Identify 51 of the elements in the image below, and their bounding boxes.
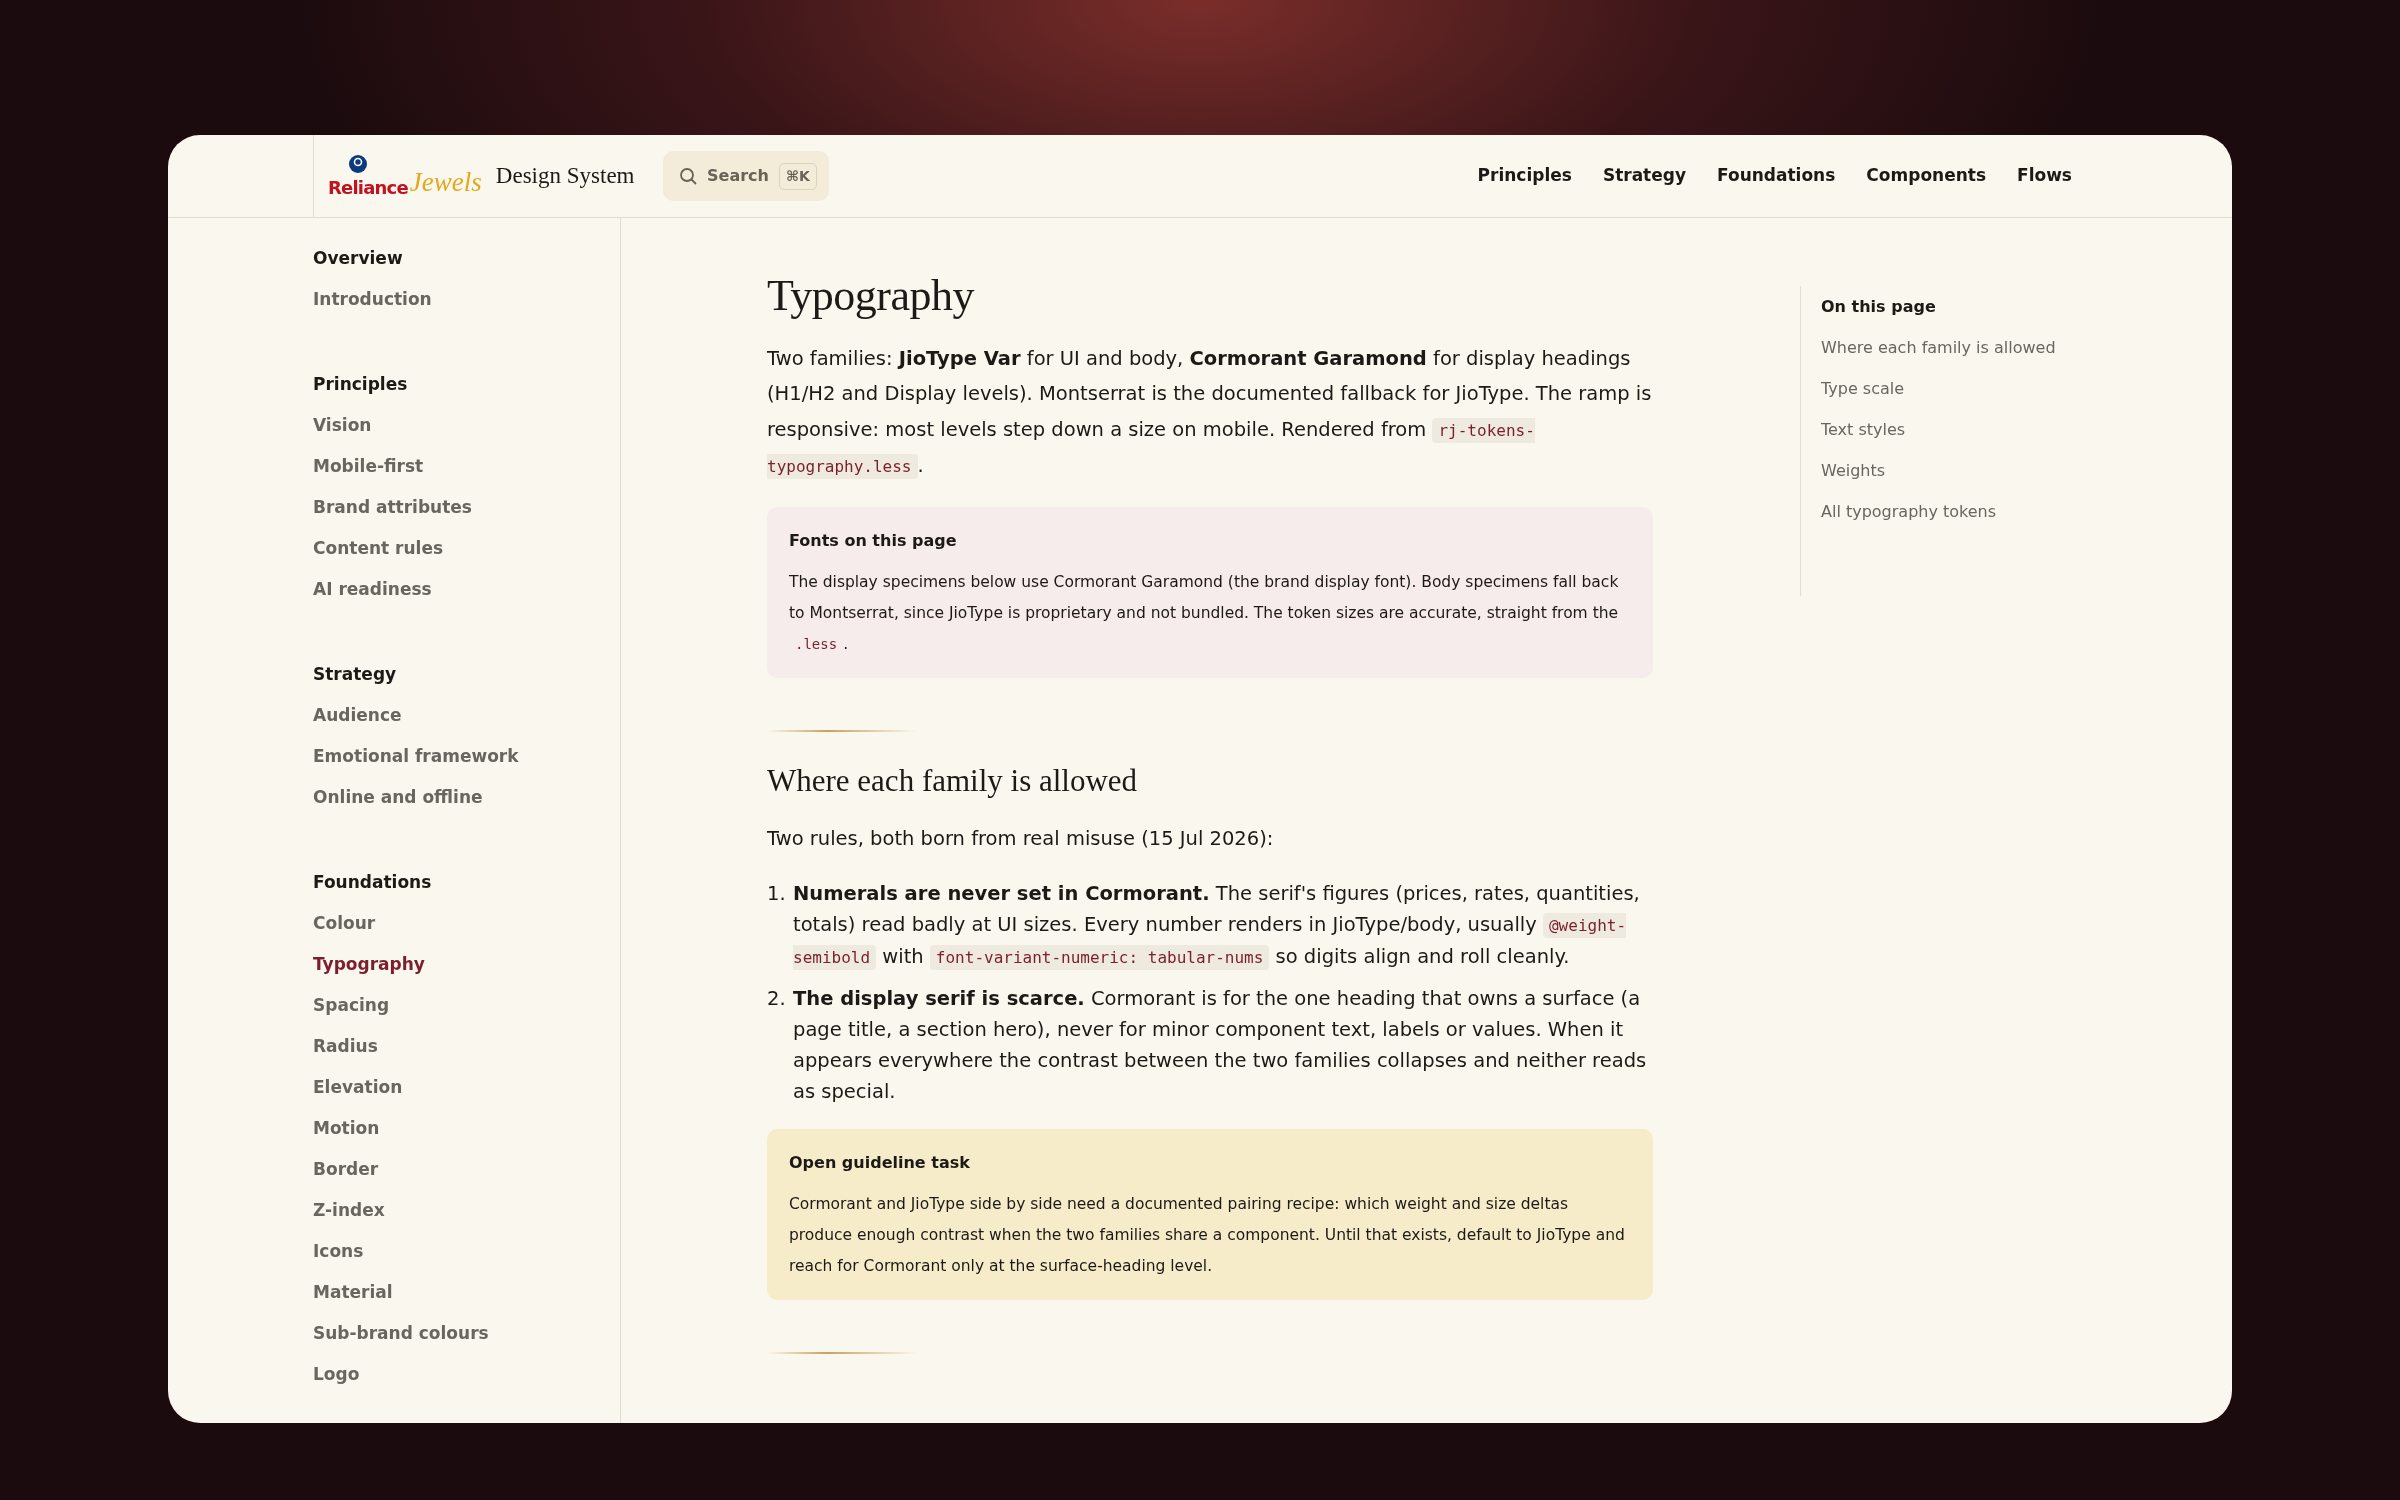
shortcut-key: ⌘K	[778, 162, 817, 190]
sidebar-item[interactable]: Material	[313, 1272, 393, 1313]
sidebar-group-title: Foundations	[313, 871, 433, 894]
callout-title: Open guideline task	[789, 1152, 971, 1175]
search-button[interactable]: Search ⌘K	[663, 151, 829, 201]
nav-link[interactable]: Components	[1866, 163, 1987, 189]
section-heading: Where each family is allowed	[767, 761, 1139, 799]
toc-link[interactable]: Text styles	[1821, 409, 1906, 450]
page-title: Typography	[767, 270, 976, 322]
toc-link[interactable]: All typography tokens	[1821, 491, 1997, 532]
toc-link[interactable]: Weights	[1821, 450, 1886, 491]
sidebar-item[interactable]: Typography	[313, 944, 425, 985]
nav-link[interactable]: Flows	[2017, 163, 2072, 189]
callout-text: The display specimens below use Cormorant Garamond (the brand display font). Body specimens fall back to Montserrat, since JioType is proprietary and not bundled. The token sizes are accurate, straight from the .less .	[789, 571, 1620, 655]
toc-link[interactable]: Type scale	[1821, 368, 1905, 409]
sidebar-item[interactable]: Mobile-first	[313, 446, 424, 487]
list-number: 1.	[767, 881, 787, 908]
sidebar-item[interactable]: Introduction	[313, 279, 432, 320]
nav-link[interactable]: Foundations	[1717, 163, 1836, 189]
sidebar-group-title: Overview	[313, 247, 404, 270]
body-paragraph: Two rules, both born from real misuse (15 Jul 2026):	[767, 826, 1275, 852]
sidebar-item[interactable]: Logo	[313, 1354, 360, 1395]
callout-title: Fonts on this page	[789, 529, 958, 552]
sidebar-item[interactable]: Spacing	[313, 985, 390, 1026]
sidebar-item[interactable]: Border	[313, 1149, 379, 1190]
sidebar-group-title: Strategy	[313, 663, 398, 686]
sidebar-item[interactable]: Icons	[313, 1231, 364, 1272]
list-number: 2.	[767, 986, 787, 1013]
sidebar-item[interactable]: Brand attributes	[313, 487, 472, 528]
sidebar-item[interactable]: AI readiness	[313, 569, 432, 610]
list-item-text: The display serif is scarce. Cormorant is for the one heading that owns a surface (a page title, a section hero), never for minor component text, labels or values. When it appears everywhere the contrast between the two families collapses and neither reads as special.	[793, 986, 1648, 1106]
sidebar-item[interactable]: Emotional framework	[313, 736, 519, 777]
callout-text: Cormorant and JioType side by side need a documented pairing recipe: which weight and size deltas produce enough contrast when the two families share a component. Until that exists, default to JioType and reach for Cormorant only at the surface-heading level.	[789, 1194, 1626, 1278]
sidebar-item[interactable]: Sub-brand colours	[313, 1313, 489, 1354]
nav-link[interactable]: Strategy	[1602, 163, 1687, 189]
sidebar-item[interactable]: Colour	[313, 903, 376, 944]
toc-link[interactable]: Where each family is allowed	[1821, 327, 2056, 368]
body-paragraph: Two families: JioType Var for UI and body, Cormorant Garamond for display headings (H1/H2 and Display levels). Montserrat is the documented fallback for JioType. The ramp is responsive: most levels step down a size on mobile. Rendered from rj-tokens-typography.less .	[767, 345, 1653, 482]
sidebar-item[interactable]: Motion	[313, 1108, 380, 1149]
product-name: Design System	[495, 161, 635, 190]
toc-title: On this page	[1821, 296, 1937, 318]
sidebar-item[interactable]: Content rules	[313, 528, 444, 569]
sidebar-item[interactable]: Vision	[313, 405, 372, 446]
sidebar-group-title: Principles	[313, 373, 409, 396]
sidebar-item[interactable]: Elevation	[313, 1067, 403, 1108]
sidebar-item[interactable]: Radius	[313, 1026, 378, 1067]
search-icon	[679, 167, 697, 185]
sidebar-item[interactable]: Z-index	[313, 1190, 385, 1231]
nav-link[interactable]: Principles	[1477, 163, 1572, 189]
sidebar-item[interactable]: Online and offline	[313, 777, 483, 818]
sidebar-item[interactable]: Audience	[313, 695, 402, 736]
